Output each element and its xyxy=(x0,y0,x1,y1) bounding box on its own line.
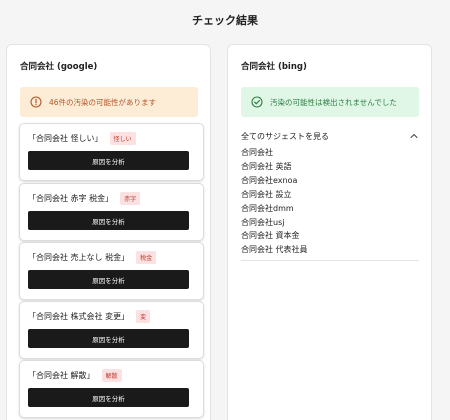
result-tag: 変 xyxy=(136,310,151,323)
result-card: 「合同会社 赤字 税金」 赤字 原因を分析 xyxy=(20,184,203,240)
list-item: 合同会社 代表社員 xyxy=(241,245,308,255)
bing-panel: 合同会社 (bing) 汚染の可能性は検出されませんでした 全てのサジェストを見… xyxy=(227,44,432,420)
analyze-button[interactable]: 原因を分析 xyxy=(28,388,189,407)
list-item: 合同会社 英語 xyxy=(241,161,292,171)
result-card: 「合同会社 怪しい」 怪しい 原因を分析 xyxy=(20,124,203,180)
result-query: 「合同会社 株式会社 変更」 xyxy=(28,312,130,321)
analyze-button[interactable]: 原因を分析 xyxy=(28,270,189,289)
result-query: 「合同会社 赤字 税金」 xyxy=(28,194,114,203)
list-item: 合同会社dmm xyxy=(241,203,294,213)
analyze-button[interactable]: 原因を分析 xyxy=(28,211,189,230)
chevron-up-icon xyxy=(410,134,418,138)
bing-alert-text: 汚染の可能性は検出されませんでした xyxy=(270,97,397,107)
page-title: チェック結果 xyxy=(192,14,258,27)
google-alert-text: 46件の汚染の可能性があります xyxy=(49,97,157,107)
google-warning-alert: 46件の汚染の可能性があります xyxy=(20,87,198,117)
analyze-button[interactable]: 原因を分析 xyxy=(28,151,189,170)
suggest-toggle[interactable]: 全てのサジェストを見る xyxy=(241,129,419,143)
google-panel-title: 合同会社 (google) xyxy=(20,62,98,72)
result-card: 「合同会社 解散」 解散 原因を分析 xyxy=(20,361,203,417)
result-card: 「合同会社 株式会社 変更」 変 原因を分析 xyxy=(20,302,203,358)
list-item: 合同会社 設立 xyxy=(241,189,292,199)
suggestion-list: 合同会社 合同会社 英語 合同会社exnoa 合同会社 設立 合同会社dmm 合… xyxy=(241,146,419,262)
list-item: 合同会社exnoa xyxy=(241,175,298,185)
result-tag: 税金 xyxy=(136,251,157,264)
result-card: 「合同会社 売上なし 税金」 税金 原因を分析 xyxy=(20,243,203,299)
result-tag: 赤字 xyxy=(120,192,141,205)
result-query: 「合同会社 怪しい」 xyxy=(28,134,103,143)
result-tag: 解散 xyxy=(101,369,122,382)
alert-circle-icon xyxy=(30,96,42,108)
list-item: 合同会社 資本金 xyxy=(241,231,300,241)
result-tag: 怪しい xyxy=(109,132,136,145)
suggest-toggle-label: 全てのサジェストを見る xyxy=(241,131,329,141)
list-item: 合同会社 xyxy=(241,148,273,157)
google-panel: 合同会社 (google) 46件の汚染の可能性があります 「合同会社 怪しい」… xyxy=(6,44,211,420)
result-query: 「合同会社 売上なし 税金」 xyxy=(28,253,130,262)
check-circle-icon xyxy=(251,96,263,108)
bing-success-alert: 汚染の可能性は検出されませんでした xyxy=(241,87,419,117)
list-item: 合同会社usj xyxy=(241,217,285,227)
analyze-button[interactable]: 原因を分析 xyxy=(28,329,189,348)
result-query: 「合同会社 解散」 xyxy=(28,371,95,380)
bing-panel-title: 合同会社 (bing) xyxy=(241,62,307,72)
